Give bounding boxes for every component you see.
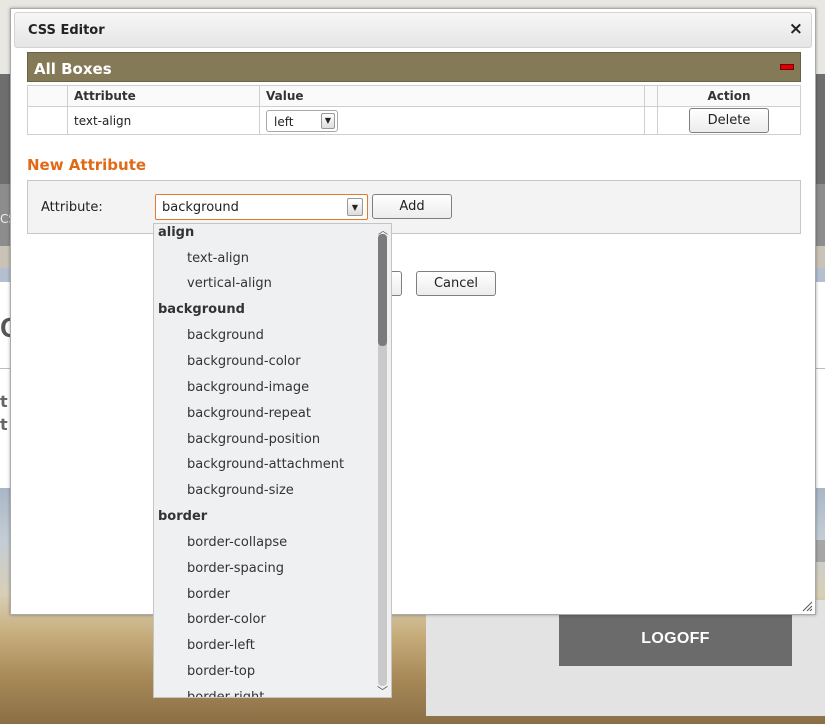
column-header: [27, 85, 68, 107]
add-button[interactable]: Add: [372, 194, 452, 219]
attributes-table: Attribute Value Action text-align left ▼…: [27, 85, 801, 135]
dropdown-option[interactable]: background-attachment: [154, 456, 376, 482]
chevron-down-icon[interactable]: ▼: [321, 112, 335, 129]
cancel-button[interactable]: Cancel: [416, 271, 496, 296]
column-header-action: Action: [657, 85, 801, 107]
scroll-down-icon[interactable]: ﹀: [377, 683, 388, 697]
action-cell: Delete: [657, 106, 801, 135]
scrollbar-track[interactable]: [378, 234, 387, 686]
dropdown-option[interactable]: vertical-align: [154, 275, 376, 301]
attribute-combobox[interactable]: background ▼: [155, 194, 368, 220]
collapse-icon[interactable]: [780, 64, 794, 70]
new-attribute-panel: Attribute: background ▼ Add: [27, 180, 801, 234]
section-title: All Boxes: [34, 60, 112, 78]
dropdown-option[interactable]: text-align: [154, 250, 376, 276]
attribute-combobox-value: background: [162, 200, 239, 215]
column-header-attribute: Attribute: [67, 85, 260, 107]
table-header-row: Attribute Value Action: [27, 85, 801, 107]
dropdown-option[interactable]: background-color: [154, 353, 376, 379]
dropdown-option[interactable]: background-size: [154, 482, 376, 508]
value-select-text: left: [274, 114, 294, 129]
attribute-label: Attribute:: [41, 200, 103, 215]
dropdown-group-border: border: [158, 509, 208, 525]
bg-text-fragment: t: [0, 415, 8, 434]
dropdown-scrollbar[interactable]: ︿ ﹀: [375, 224, 391, 697]
dropdown-option[interactable]: border-spacing: [154, 560, 376, 586]
column-header-value: Value: [259, 85, 645, 107]
chevron-down-icon[interactable]: ▼: [347, 198, 363, 216]
dropdown-option[interactable]: background: [154, 327, 376, 353]
row-spacer-cell: [644, 106, 658, 135]
attribute-dropdown-list[interactable]: align text-align vertical-align background b…: [153, 223, 392, 698]
attribute-cell: text-align: [67, 106, 260, 135]
resize-grip-icon[interactable]: [802, 601, 813, 612]
css-editor-dialog: CSS Editor × All Boxes Attribute Value A…: [10, 8, 816, 615]
delete-button[interactable]: Delete: [689, 108, 769, 133]
dropdown-option[interactable]: border-color: [154, 611, 376, 637]
dialog-titlebar[interactable]: CSS Editor ×: [14, 12, 812, 48]
value-select[interactable]: left ▼: [266, 109, 338, 132]
dropdown-option[interactable]: border-collapse: [154, 534, 376, 560]
table-row: text-align left ▼ Delete: [27, 106, 801, 135]
dropdown-group-align: align: [158, 225, 195, 240]
all-boxes-header: All Boxes: [27, 52, 801, 82]
bg-text-fragment: t: [0, 392, 8, 411]
scrollbar-thumb[interactable]: [378, 234, 387, 346]
dropdown-option[interactable]: border-right: [154, 689, 376, 697]
dropdown-option[interactable]: border: [154, 586, 376, 612]
value-cell: left ▼: [259, 106, 645, 135]
dropdown-option[interactable]: background-position: [154, 431, 376, 457]
logoff-button[interactable]: LOGOFF: [559, 612, 792, 666]
dropdown-option[interactable]: border-left: [154, 637, 376, 663]
dropdown-options: align text-align vertical-align background b…: [154, 224, 376, 697]
new-attribute-heading: New Attribute: [27, 156, 147, 174]
column-header: [644, 85, 658, 107]
close-icon[interactable]: ×: [789, 20, 803, 38]
dropdown-option[interactable]: background-repeat: [154, 405, 376, 431]
dialog-title: CSS Editor: [28, 23, 105, 38]
row-spacer-cell: [27, 106, 68, 135]
dropdown-option[interactable]: border-top: [154, 663, 376, 689]
dropdown-group-background: background: [158, 302, 245, 318]
dropdown-option[interactable]: background-image: [154, 379, 376, 405]
